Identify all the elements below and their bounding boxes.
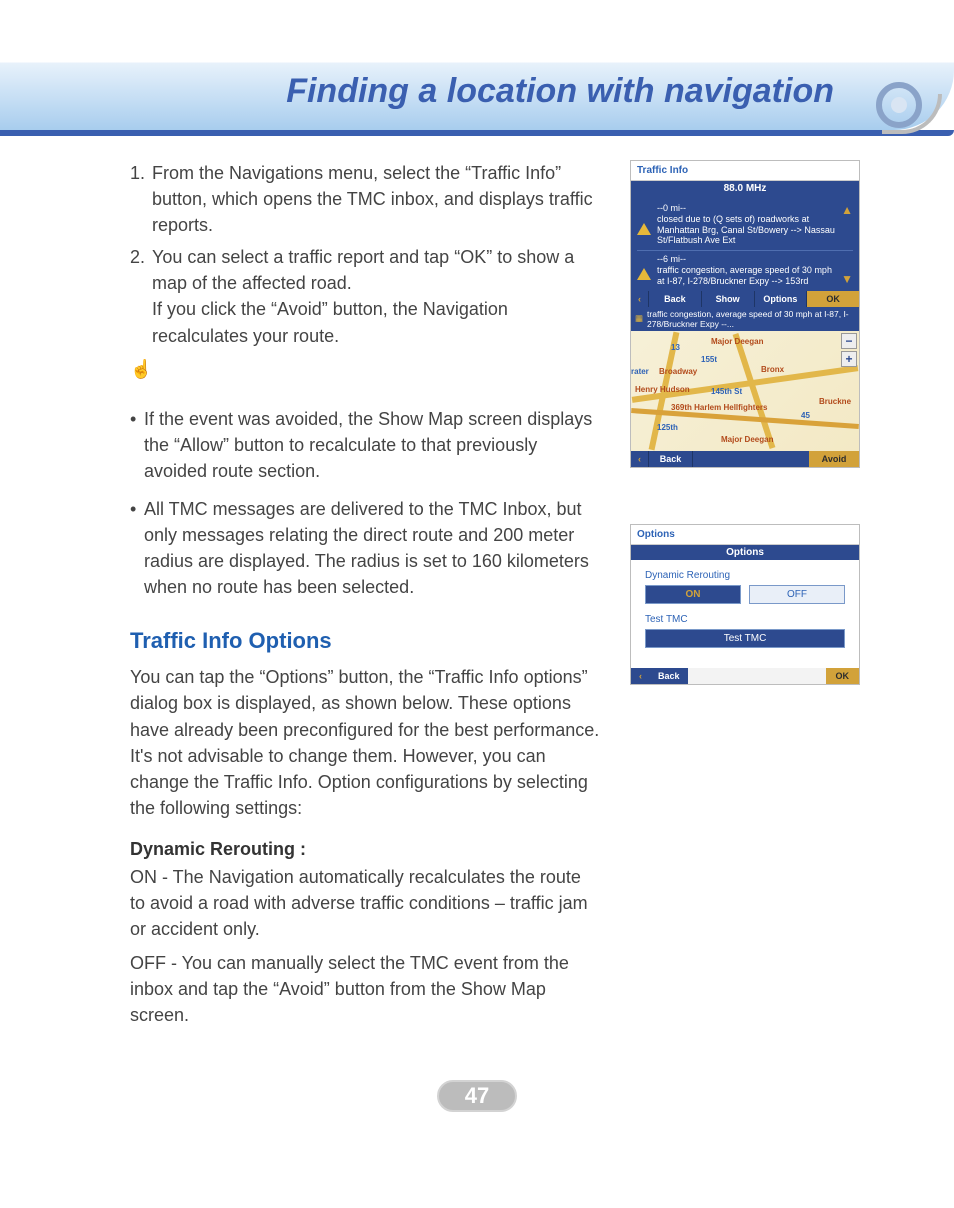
scroll-down-icon[interactable]: ▼ — [841, 272, 853, 286]
map-footer: ‹ Back Avoid — [631, 451, 859, 467]
map-label: 145th St — [711, 387, 742, 396]
bullet-2: • All TMC messages are delivered to the … — [130, 496, 600, 600]
on-description: ON - The Navigation automatically recalc… — [130, 864, 600, 942]
bullet-2-text: All TMC messages are delivered to the TM… — [144, 496, 600, 600]
bullet-dot: • — [130, 406, 144, 484]
step-2-text-a: You can select a traffic report and tap … — [152, 247, 574, 293]
note-hand-icon: ☝ — [130, 359, 600, 380]
header-underline — [0, 130, 954, 136]
test-tmc-label: Test TMC — [645, 614, 845, 625]
options-body: Dynamic Rerouting ON OFF Test TMC Test T… — [631, 560, 859, 668]
map-back-button[interactable]: Back — [649, 451, 693, 467]
dynamic-rerouting-label: Dynamic Rerouting — [645, 570, 845, 581]
page-title: Finding a location with navigation — [286, 72, 834, 111]
map-label: 13 — [671, 343, 680, 352]
page-number: 47 — [437, 1080, 517, 1112]
off-description: OFF - You can manually select the TMC ev… — [130, 950, 600, 1028]
main-text-column: 1. From the Navigations menu, select the… — [130, 160, 600, 1034]
warning-icon — [637, 219, 651, 231]
sub-heading: Dynamic Rerouting : — [130, 839, 600, 860]
traffic-message-1[interactable]: --0 mi-- closed due to (Q sets of) roadw… — [637, 200, 853, 251]
step-1-text: From the Navigations menu, select the “T… — [152, 160, 600, 238]
traffic-message-1-text: --0 mi-- closed due to (Q sets of) roadw… — [657, 203, 835, 246]
map-label: 125th — [657, 423, 678, 432]
test-tmc-button[interactable]: Test TMC — [645, 629, 845, 648]
dynamic-rerouting-on-button[interactable]: ON — [645, 585, 741, 604]
bullet-1-text: If the event was avoided, the Show Map s… — [144, 406, 600, 484]
options-ok-button[interactable]: OK — [826, 668, 860, 684]
device1-frequency: 88.0 MHz — [631, 181, 859, 196]
device2-titlebar: Options — [631, 525, 859, 545]
bullet-1: • If the event was avoided, the Show Map… — [130, 406, 600, 484]
dynamic-rerouting-off-button[interactable]: OFF — [749, 585, 845, 604]
scroll-up-icon[interactable]: ▲ — [841, 203, 853, 217]
map-label: Bronx — [761, 365, 784, 374]
device1-titlebar: Traffic Info — [631, 161, 859, 181]
map-label: 155t — [701, 355, 717, 364]
avoid-button[interactable]: Avoid — [809, 451, 859, 467]
step-2: 2. You can select a traffic report and t… — [130, 244, 600, 348]
options-button[interactable]: Options — [755, 291, 808, 307]
zoom-in-button[interactable]: + — [841, 351, 857, 367]
device-options: Options Options Dynamic Rerouting ON OFF… — [630, 524, 860, 685]
back-chevron-icon[interactable]: ‹ — [631, 668, 650, 684]
map-banner: ▦ traffic congestion, average speed of 3… — [631, 307, 859, 331]
step-2-text-b: If you click the “Avoid” button, the Nav… — [152, 299, 508, 345]
options-back-button[interactable]: Back — [650, 668, 688, 684]
map-label: Major Deegan — [721, 435, 773, 444]
map-label: rater — [631, 367, 649, 376]
map-label: 369th Harlem Hellfighters — [671, 403, 767, 412]
options-header: Options — [631, 545, 859, 560]
device-traffic-info: Traffic Info 88.0 MHz --0 mi-- closed du… — [630, 160, 860, 468]
traffic-message-2-text: --6 mi-- traffic congestion, average spe… — [657, 254, 835, 286]
traffic-message-2[interactable]: --6 mi-- traffic congestion, average spe… — [637, 251, 853, 290]
page-header: Finding a location with navigation — [0, 0, 954, 130]
section-paragraph: You can tap the “Options” button, the “T… — [130, 664, 600, 821]
screenshot-column: Traffic Info 88.0 MHz --0 mi-- closed du… — [630, 160, 860, 701]
back-button[interactable]: Back — [649, 291, 702, 307]
section-heading: Traffic Info Options — [130, 628, 600, 654]
map-label: Henry Hudson — [635, 385, 690, 394]
back-chevron-icon[interactable]: ‹ — [631, 291, 649, 307]
options-footer: ‹ Back OK — [631, 668, 859, 684]
show-button[interactable]: Show — [702, 291, 755, 307]
map-label: Major Deegan — [711, 337, 763, 346]
map-label: Bruckne — [819, 397, 851, 406]
step-1-number: 1. — [130, 160, 152, 238]
map-warn-icon: ▦ — [635, 313, 643, 324]
device1-footer: ‹ Back Show Options OK — [631, 291, 859, 307]
step-1: 1. From the Navigations menu, select the… — [130, 160, 600, 238]
map-label: 45 — [801, 411, 810, 420]
zoom-out-button[interactable]: − — [841, 333, 857, 349]
map-canvas[interactable]: Major Deegan 13 155t rater Broadway Bron… — [631, 331, 859, 451]
back-chevron-icon[interactable]: ‹ — [631, 451, 649, 467]
warning-icon — [637, 264, 651, 276]
map-banner-text: traffic congestion, average speed of 30 … — [647, 309, 855, 329]
step-2-number: 2. — [130, 244, 152, 348]
map-label: Broadway — [659, 367, 697, 376]
ok-button[interactable]: OK — [807, 291, 859, 307]
bullet-dot: • — [130, 496, 144, 600]
device1-message-list: --0 mi-- closed due to (Q sets of) roadw… — [631, 196, 859, 291]
header-orb-icon — [864, 70, 934, 140]
